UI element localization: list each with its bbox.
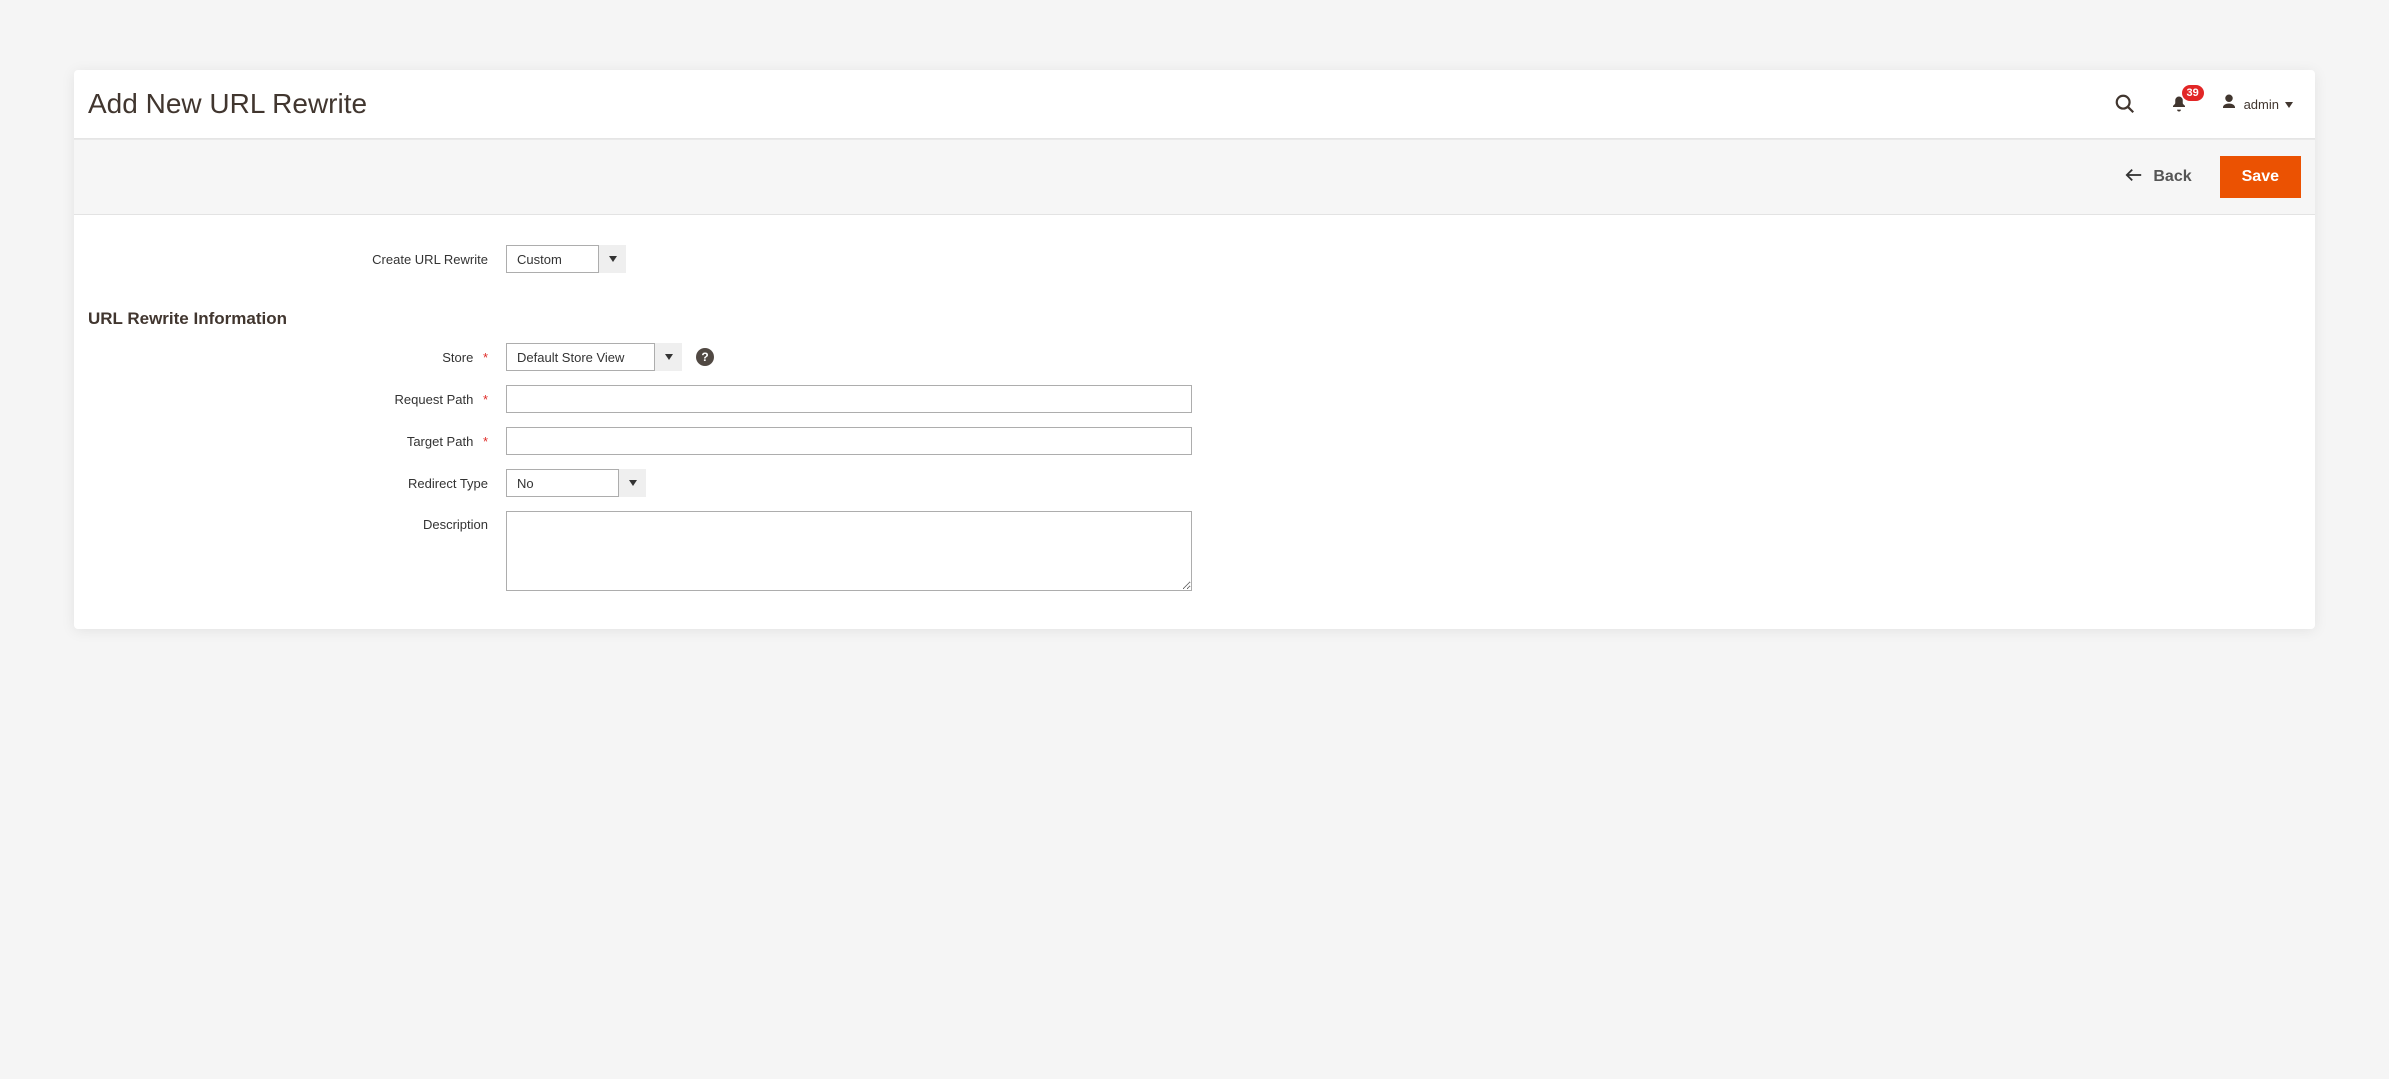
form-area: Create URL Rewrite Custom URL Rewrite In…	[74, 215, 2315, 629]
required-mark: *	[483, 392, 488, 407]
back-button[interactable]: Back	[2115, 160, 2201, 195]
store-label: Store	[442, 350, 473, 365]
page-title: Add New URL Rewrite	[88, 88, 367, 120]
help-icon[interactable]: ?	[696, 348, 714, 366]
section-heading: URL Rewrite Information	[88, 309, 2315, 329]
action-bar: Back Save	[74, 139, 2315, 215]
redirect-type-label: Redirect Type	[74, 476, 506, 491]
user-name-label: admin	[2244, 97, 2279, 112]
redirect-type-select[interactable]: No	[506, 469, 646, 497]
back-button-label: Back	[2153, 168, 2191, 186]
arrow-left-icon	[2125, 168, 2143, 187]
store-label-cell: Store *	[74, 350, 506, 365]
notifications-button[interactable]: 39	[2166, 91, 2192, 117]
user-icon	[2220, 93, 2238, 116]
save-button[interactable]: Save	[2220, 156, 2301, 198]
chevron-down-icon	[2285, 95, 2293, 113]
target-path-label: Target Path	[407, 434, 474, 449]
target-path-input[interactable]	[506, 427, 1192, 455]
redirect-type-select-wrap: No	[506, 469, 646, 497]
main-card: Add New URL Rewrite 39	[74, 70, 2315, 629]
field-create-url-rewrite: Create URL Rewrite Custom	[74, 245, 2315, 273]
store-select[interactable]: Default Store View	[506, 343, 682, 371]
target-path-label-cell: Target Path *	[74, 434, 506, 449]
user-menu[interactable]: admin	[2220, 93, 2293, 116]
field-request-path: Request Path *	[74, 385, 2315, 413]
page-header: Add New URL Rewrite 39	[74, 70, 2315, 139]
field-description: Description	[74, 511, 2315, 591]
required-mark: *	[483, 350, 488, 365]
request-path-label: Request Path	[395, 392, 474, 407]
request-path-input[interactable]	[506, 385, 1192, 413]
field-redirect-type: Redirect Type No	[74, 469, 2315, 497]
header-tools: 39 admin	[2112, 91, 2293, 117]
create-url-rewrite-select-wrap: Custom	[506, 245, 626, 273]
description-textarea[interactable]	[506, 511, 1192, 591]
search-icon[interactable]	[2112, 91, 2138, 117]
field-target-path: Target Path *	[74, 427, 2315, 455]
create-url-rewrite-label: Create URL Rewrite	[74, 252, 506, 267]
request-path-label-cell: Request Path *	[74, 392, 506, 407]
required-mark: *	[483, 434, 488, 449]
store-select-wrap: Default Store View	[506, 343, 682, 371]
notification-badge: 39	[2182, 85, 2204, 101]
create-url-rewrite-select[interactable]: Custom	[506, 245, 626, 273]
field-store: Store * Default Store View ?	[74, 343, 2315, 371]
description-label: Description	[74, 511, 506, 532]
